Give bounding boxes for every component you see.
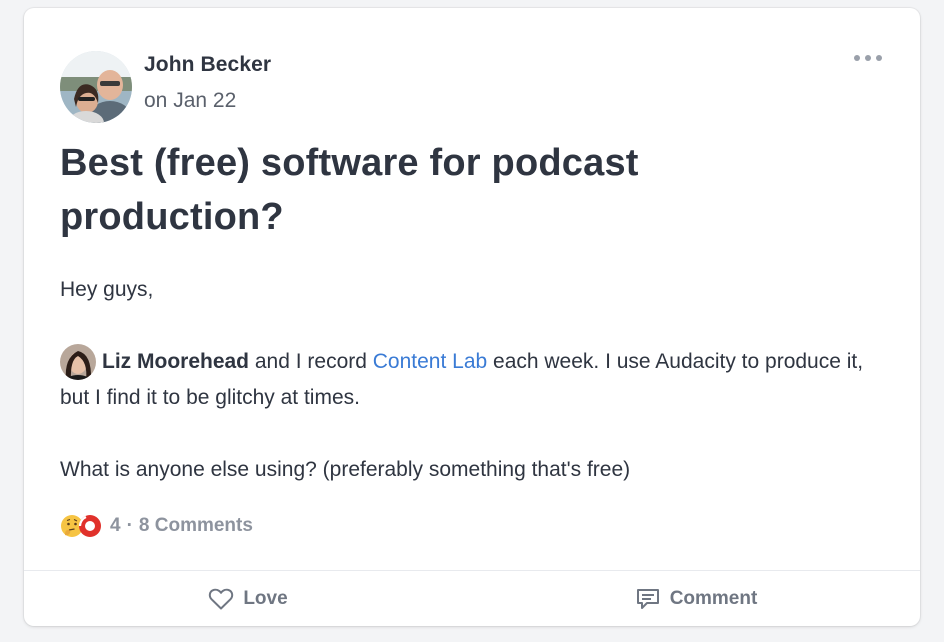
separator: · <box>126 515 133 536</box>
reaction-count: 4 <box>110 515 121 536</box>
post-actions: Love Comment <box>24 571 920 626</box>
heart-outline-icon <box>209 588 234 609</box>
author-name[interactable]: John Becker <box>144 51 271 79</box>
mention-avatar <box>60 344 96 380</box>
body-paragraph: Liz Moorehead and I record Content Lab e… <box>60 344 880 416</box>
more-dot-icon <box>876 55 882 61</box>
comment-button[interactable]: Comment <box>472 571 920 626</box>
mention-name: Liz Moorehead <box>102 350 250 373</box>
reactions-summary[interactable]: 4 · 8 Comments <box>60 514 253 538</box>
reaction-icons <box>60 514 102 538</box>
post-card: John Becker on Jan 22 Best (free) softwa… <box>24 8 920 626</box>
comment-label: Comment <box>669 587 758 609</box>
more-dot-icon <box>865 55 871 61</box>
greeting-text: Hey guys, <box>60 278 154 301</box>
question-text: What is anyone else using? (preferably s… <box>60 458 631 481</box>
body-text-1: and I record <box>249 350 373 373</box>
author-avatar[interactable] <box>60 51 132 123</box>
content-lab-link[interactable]: Content Lab <box>373 350 487 373</box>
more-options-button[interactable] <box>854 48 882 68</box>
user-mention[interactable]: Liz Moorehead <box>60 344 249 380</box>
post-body: Hey guys, Liz Moorehead and I record Con… <box>60 272 880 488</box>
love-label: Love <box>243 587 288 609</box>
love-button[interactable]: Love <box>24 571 472 626</box>
author-block: John Becker on Jan 22 <box>144 51 271 115</box>
post-title: Best (free) software for podcast product… <box>60 142 639 238</box>
comment-icon <box>636 588 659 609</box>
comments-count-link[interactable]: 8 Comments <box>139 515 253 537</box>
post-header: John Becker on Jan 22 <box>60 51 271 123</box>
post-date: on Jan 22 <box>144 89 237 112</box>
heart-icon <box>78 515 101 537</box>
more-dot-icon <box>854 55 860 61</box>
